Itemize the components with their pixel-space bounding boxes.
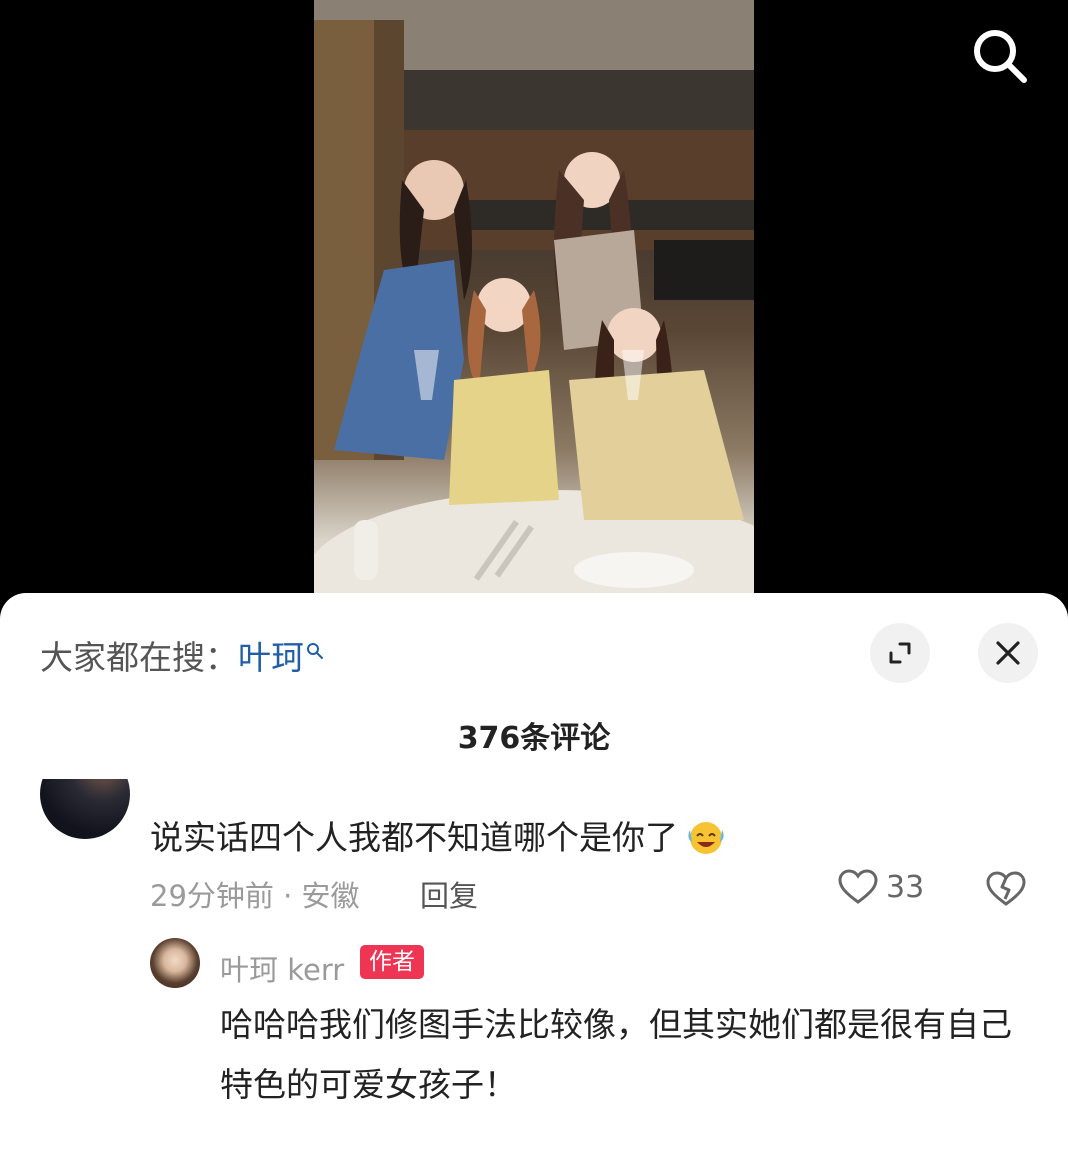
comment-text: 说实话四个人我都不知道哪个是你了 <box>150 811 728 864</box>
heart-outline-icon <box>838 869 878 904</box>
author-badge: 作者 <box>360 945 424 979</box>
author-avatar[interactable] <box>150 938 200 988</box>
search-hint-prefix: 大家都在搜： <box>40 638 238 677</box>
comments-sheet: 大家都在搜：叶珂 376条评论 说实话四个人我都不知道哪个是你了 29分钟前 ·… <box>0 593 1068 1153</box>
dislike-button[interactable] <box>986 871 1026 911</box>
trending-search-hint[interactable]: 大家都在搜：叶珂 <box>40 631 324 679</box>
comment-meta: 29分钟前 · 安徽 <box>150 879 360 913</box>
like-count: 33 <box>886 869 925 905</box>
bottom-fade <box>0 1119 1068 1139</box>
broken-heart-icon <box>986 871 1026 906</box>
comment-body: 说实话四个人我都不知道哪个是你了 <box>150 818 678 857</box>
close-icon <box>996 641 1020 665</box>
search-keyword[interactable]: 叶珂 <box>238 638 304 677</box>
search-button[interactable] <box>968 24 1032 88</box>
small-search-icon <box>306 631 324 670</box>
reply-author[interactable]: 叶珂 kerr <box>220 947 344 989</box>
expand-icon <box>889 642 911 664</box>
reply-button[interactable]: 回复 <box>420 873 478 915</box>
expand-button[interactable] <box>870 623 930 683</box>
post-photo[interactable] <box>314 0 754 600</box>
laughing-crying-emoji-icon <box>684 816 728 864</box>
search-icon <box>974 30 1027 83</box>
media-viewer <box>0 0 1068 600</box>
reply-text: 哈哈哈我们修图手法比较像，但其实她们都是很有自己特色的可爱女孩子！ <box>220 1005 1012 1104</box>
close-button[interactable] <box>978 623 1038 683</box>
like-button[interactable]: 33 <box>838 869 924 905</box>
comment-count: 376条评论 <box>457 721 611 756</box>
photo-illustration <box>314 0 754 600</box>
avatar[interactable] <box>40 779 130 839</box>
